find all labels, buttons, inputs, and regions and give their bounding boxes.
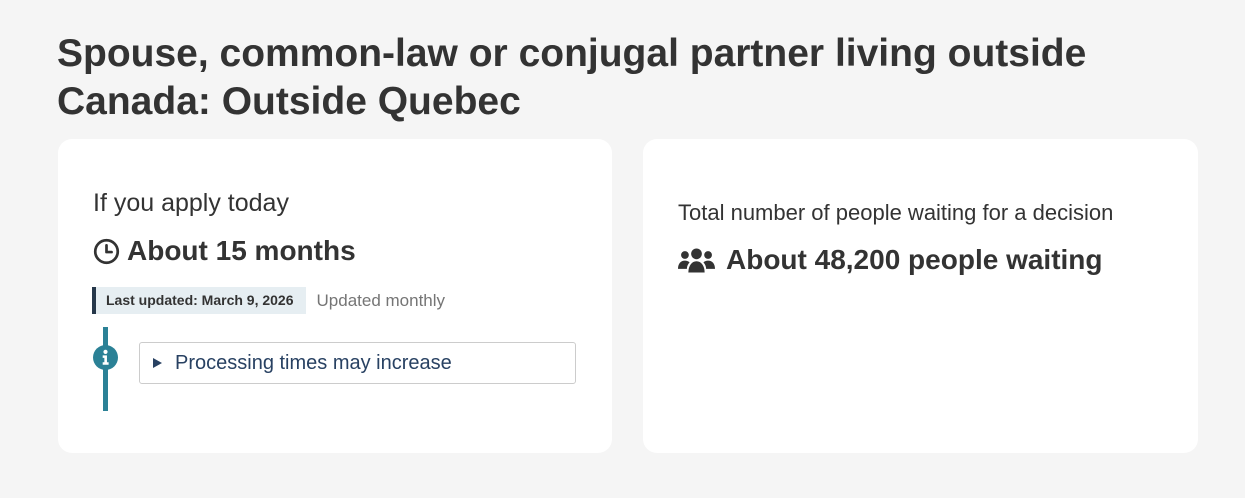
processing-time-card: If you apply today About 15 months Last … xyxy=(58,139,612,453)
people-waiting-row: About 48,200 people waiting xyxy=(678,243,1103,277)
processing-time-value: About 15 months xyxy=(127,235,356,266)
update-frequency-text: Updated monthly xyxy=(316,290,446,310)
people-waiting-heading: Total number of people waiting for a dec… xyxy=(678,200,1114,225)
page-title: Spouse, common-law or conjugal partner l… xyxy=(57,32,1087,123)
expand-triangle-icon xyxy=(153,358,162,368)
apply-today-heading: If you apply today xyxy=(93,189,289,217)
users-icon xyxy=(678,247,715,273)
processing-time-row: About 15 months xyxy=(93,234,356,268)
processing-times-details[interactable]: Processing times may increase xyxy=(139,342,576,384)
clock-icon xyxy=(93,238,120,264)
info-icon xyxy=(93,345,118,370)
update-info-row: Last updated: March 9, 2026 Updated mont… xyxy=(92,287,445,314)
last-updated-badge: Last updated: March 9, 2026 xyxy=(92,287,306,314)
details-summary-text: Processing times may increase xyxy=(175,352,452,374)
people-waiting-card: Total number of people waiting for a dec… xyxy=(643,139,1198,453)
people-waiting-value: About 48,200 people waiting xyxy=(726,244,1103,275)
